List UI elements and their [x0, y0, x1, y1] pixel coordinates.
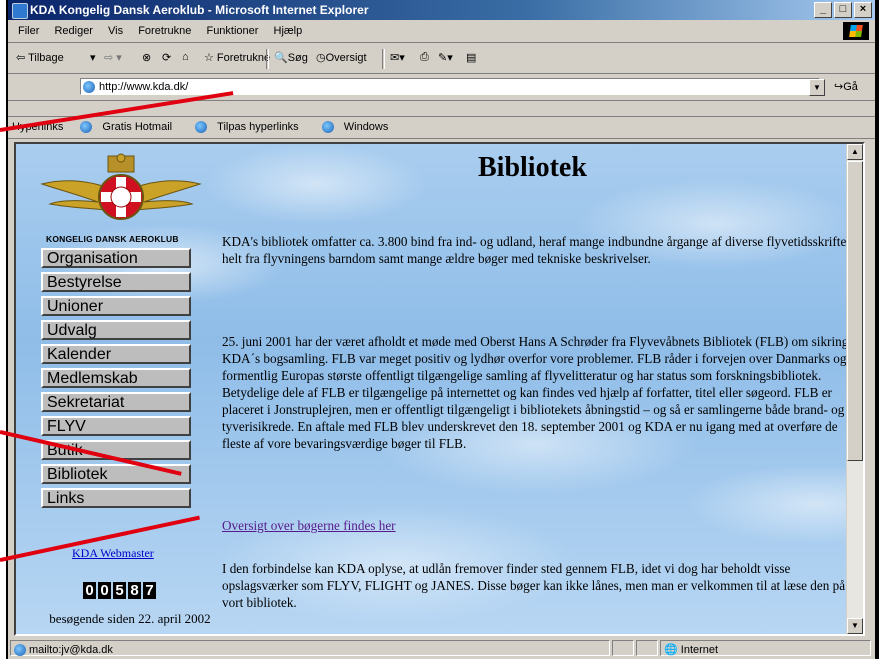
page-title: Bibliotek — [478, 152, 587, 183]
scroll-down-button[interactable]: ▼ — [847, 618, 863, 634]
globe-icon: 🌐 — [664, 644, 678, 656]
zone-label: Internet — [680, 644, 719, 656]
nav-organisation[interactable]: Organisation — [41, 248, 191, 268]
nav-unioner[interactable]: Unioner — [41, 296, 191, 316]
home-icon[interactable]: ⌂ — [182, 51, 189, 63]
windows-logo-icon — [843, 22, 869, 40]
link-customize[interactable]: Tilpas hyperlinks — [191, 121, 305, 134]
page-icon — [83, 81, 95, 93]
discuss-icon[interactable]: ▤ — [466, 51, 476, 64]
back-button[interactable]: ⇦ Tilbage — [16, 51, 64, 64]
nav-bestyrelse[interactable]: Bestyrelse — [41, 272, 191, 292]
menu-tools[interactable]: Funktioner — [206, 25, 258, 37]
links-bar: Hyperlinks Gratis Hotmail Tilpas hyperli… — [8, 116, 875, 139]
club-name: KONGELIG DANSK AEROKLUB — [46, 234, 179, 244]
link-windows-label: Windows — [343, 121, 389, 133]
visitors-text: besøgende siden 22. april 2002 — [49, 611, 211, 626]
vertical-scrollbar[interactable]: ▲ ▼ — [846, 144, 863, 634]
scroll-thumb[interactable] — [847, 161, 863, 461]
menu-help[interactable]: Hjælp — [274, 25, 303, 37]
counter-digit: 5 — [113, 582, 126, 599]
counter-digit: 7 — [143, 582, 156, 599]
back-dropdown-icon[interactable]: ▾ — [90, 51, 96, 64]
search-label: Søg — [287, 52, 308, 64]
search-button[interactable]: 🔍Søg — [274, 51, 308, 64]
intro-paragraph: KDA's bibliotek omfatter ca. 3.800 bind … — [222, 234, 851, 266]
refresh-icon[interactable]: ⟳ — [162, 51, 171, 64]
loan-paragraph: I den forbindelse kan KDA oplyse, at udl… — [222, 561, 846, 610]
ie-page-icon — [80, 121, 93, 134]
link-customize-label: Tilpas hyperlinks — [217, 121, 299, 133]
status-cell-blank — [636, 640, 658, 656]
page-status-icon — [14, 644, 26, 657]
ie-page-icon — [321, 121, 334, 134]
standard-toolbar: ⇦ Tilbage ▾ ⇨ ▾ ⊗ ⟳ ⌂ ☆ Foretrukne 🔍Søg … — [8, 43, 875, 74]
menu-favorites[interactable]: Foretrukne — [138, 25, 191, 37]
status-text: mailto:jv@kda.dk — [29, 644, 113, 656]
meeting-paragraph: 25. juni 2001 har der været afholdt et m… — [222, 334, 862, 451]
menu-edit[interactable]: Rediger — [54, 25, 93, 37]
link-hotmail-label: Gratis Hotmail — [102, 121, 173, 133]
favorites-label: Foretrukne — [216, 52, 271, 64]
scroll-up-button[interactable]: ▲ — [847, 144, 863, 160]
minimize-button[interactable]: _ — [814, 2, 832, 18]
close-button[interactable]: × — [854, 2, 872, 18]
nav-udvalg[interactable]: Udvalg — [41, 320, 191, 340]
address-dropdown-icon[interactable]: ▼ — [809, 79, 825, 96]
zone-cell: 🌐 Internet — [660, 640, 871, 656]
book-list-link[interactable]: Oversigt over bøgerne findes her — [222, 518, 396, 534]
visitor-counter: 0 0 5 8 7 — [83, 582, 156, 599]
favorites-button[interactable]: ☆ Foretrukne — [204, 51, 270, 64]
menu-view[interactable]: Vis — [108, 25, 123, 37]
status-bar: mailto:jv@kda.dk 🌐 Internet — [8, 638, 875, 658]
menu-file[interactable]: Filer — [18, 25, 39, 37]
nav-bibliotek[interactable]: Bibliotek — [41, 464, 191, 484]
stop-icon[interactable]: ⊗ — [142, 51, 151, 64]
nav-sekretariat[interactable]: Sekretariat — [41, 392, 191, 412]
mail-icon[interactable]: ✉▾ — [390, 51, 405, 64]
status-text-cell: mailto:jv@kda.dk — [10, 640, 610, 657]
counter-digit: 0 — [98, 582, 111, 599]
nav-medlemskab[interactable]: Medlemskab — [41, 368, 191, 388]
counter-digit: 8 — [128, 582, 141, 599]
address-url: http://www.kda.dk/ — [99, 81, 189, 93]
browser-window: KDA Kongelig Dansk Aeroklub - Microsoft … — [6, 0, 879, 659]
edit-icon[interactable]: ✎▾ — [438, 51, 453, 64]
link-windows[interactable]: Windows — [318, 121, 395, 134]
forward-button[interactable]: ⇨ ▾ — [104, 51, 122, 64]
go-label: Gå — [843, 81, 858, 93]
ie-page-icon — [195, 121, 208, 134]
page-content: KONGELIG DANSK AEROKLUB Organisation Bes… — [14, 142, 865, 636]
window-title: KDA Kongelig Dansk Aeroklub - Microsoft … — [30, 3, 369, 17]
ie-icon — [12, 3, 28, 19]
link-hotmail[interactable]: Gratis Hotmail — [76, 121, 178, 134]
print-icon[interactable]: ⎙ — [420, 51, 429, 64]
history-button[interactable]: ◷Oversigt — [316, 51, 367, 64]
maximize-button[interactable]: □ — [834, 2, 852, 18]
address-input[interactable]: http://www.kda.dk/ — [80, 78, 820, 95]
history-label: Oversigt — [325, 52, 367, 64]
kda-wings-logo — [40, 153, 202, 220]
status-cell-blank — [612, 640, 634, 656]
nav-flyv[interactable]: FLYV — [41, 416, 191, 436]
nav-kalender[interactable]: Kalender — [41, 344, 191, 364]
address-bar: http://www.kda.dk/ ▼ ↪Gå — [8, 74, 875, 101]
nav-links[interactable]: Links — [41, 488, 191, 508]
webmaster-link[interactable]: KDA Webmaster — [72, 546, 154, 561]
menu-bar: Filer Rediger Vis Foretrukne Funktioner … — [8, 20, 875, 43]
counter-digit: 0 — [83, 582, 96, 599]
title-bar[interactable]: KDA Kongelig Dansk Aeroklub - Microsoft … — [8, 0, 875, 20]
go-button[interactable]: ↪Gå — [834, 80, 858, 93]
